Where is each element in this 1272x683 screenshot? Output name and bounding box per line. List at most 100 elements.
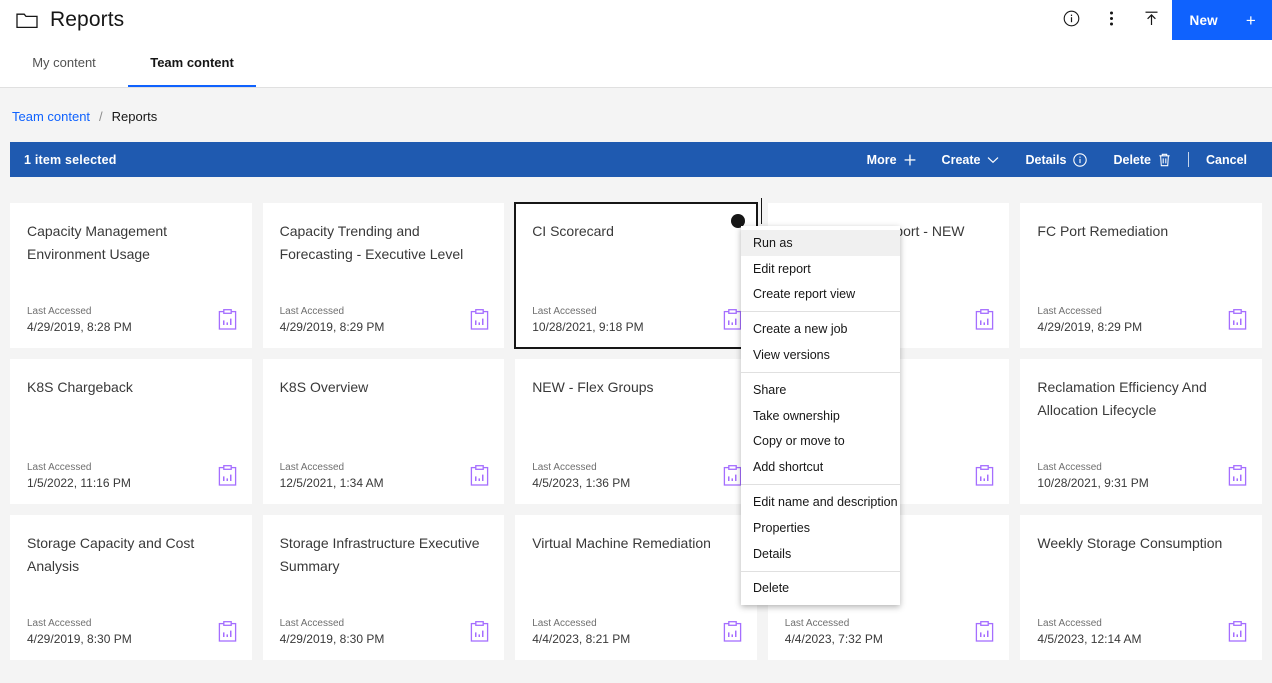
last-accessed-label: Last Accessed <box>532 618 597 629</box>
report-card-footer: Last Accessed 4/29/2019, 8:30 PM <box>27 617 237 647</box>
context-menu-item-create-a-new-job[interactable]: Create a new job <box>741 316 900 342</box>
report-card-grid: Capacity Management Environment Usage Las… <box>10 202 1262 660</box>
upload-icon <box>1142 9 1161 31</box>
context-menu-item-details[interactable]: Details <box>741 541 900 567</box>
report-card-title: K8S Overview <box>279 379 369 395</box>
report-card[interactable]: Storage Infrastructure Executive Summary… <box>262 515 505 660</box>
reports-page: Reports New + My content Team content Te… <box>0 0 1272 683</box>
report-card-footer: Last Accessed 4/4/2023, 8:21 PM <box>532 617 742 647</box>
details-button-label: Details <box>1025 152 1067 167</box>
context-menu-item-take-ownership[interactable]: Take ownership <box>741 403 900 429</box>
chevron-down-icon <box>987 156 999 164</box>
more-button-label: More <box>866 152 897 167</box>
report-card-title: NEW - Flex Groups <box>532 379 654 395</box>
report-card-footer: Last Accessed 1/5/2022, 11:16 PM <box>27 461 237 491</box>
report-card-footer: Last Accessed 10/28/2021, 9:31 PM <box>1037 461 1247 491</box>
report-icon <box>218 309 237 335</box>
last-accessed-label: Last Accessed <box>1037 306 1102 317</box>
context-menu-group: Delete <box>741 572 900 606</box>
report-card[interactable]: K8S Overview Last Accessed 12/5/2021, 1:34… <box>262 359 505 504</box>
report-card[interactable]: Weekly Storage Consumption Last Accessed 4… <box>1020 515 1262 660</box>
report-icon <box>723 309 742 335</box>
last-accessed-value: 1/5/2022, 11:16 PM <box>27 476 131 490</box>
report-card-meta: Last Accessed 12/5/2021, 1:34 AM <box>280 461 384 491</box>
context-menu-item-run-as[interactable]: Run as <box>741 230 900 256</box>
last-accessed-value: 4/4/2023, 8:21 PM <box>532 632 631 646</box>
breadcrumb-team-content[interactable]: Team content <box>12 109 90 124</box>
context-menu-item-delete[interactable]: Delete <box>741 576 900 602</box>
context-menu-item-properties[interactable]: Properties <box>741 515 900 541</box>
breadcrumb-separator: / <box>99 108 103 124</box>
report-card-footer: Last Accessed 4/5/2023, 12:14 AM <box>1037 617 1247 647</box>
last-accessed-label: Last Accessed <box>27 462 92 473</box>
last-accessed-label: Last Accessed <box>532 462 597 473</box>
report-card[interactable]: FC Port Remediation Last Accessed 4/29/201… <box>1020 203 1262 348</box>
folder-icon <box>16 11 38 29</box>
create-button[interactable]: Create <box>929 142 1013 177</box>
header-actions: New + <box>1052 0 1272 40</box>
report-card-meta: Last Accessed 4/5/2023, 12:14 AM <box>1037 617 1141 647</box>
report-card[interactable]: NEW - Flex Groups Last Accessed 4/5/2023, … <box>515 359 757 504</box>
report-icon <box>1228 621 1247 647</box>
overflow-menu-button[interactable] <box>1092 0 1132 40</box>
header-left: Reports <box>0 8 124 32</box>
report-card[interactable]: Virtual Machine Remediation Last Accessed… <box>515 515 757 660</box>
report-icon <box>218 465 237 491</box>
context-menu-item-view-versions[interactable]: View versions <box>741 342 900 368</box>
info-icon-button[interactable] <box>1052 0 1092 40</box>
last-accessed-label: Last Accessed <box>27 306 92 317</box>
tab-my-content-label: My content <box>32 55 96 70</box>
last-accessed-value: 10/28/2021, 9:18 PM <box>532 320 644 334</box>
upload-button[interactable] <box>1132 0 1172 40</box>
last-accessed-value: 4/5/2023, 12:14 AM <box>1037 632 1142 646</box>
breadcrumb: Team content / Reports <box>0 89 1272 143</box>
last-accessed-value: 4/29/2019, 8:30 PM <box>279 632 385 646</box>
last-accessed-value: 4/4/2023, 7:32 PM <box>784 632 883 646</box>
context-menu-item-add-shortcut[interactable]: Add shortcut <box>741 454 900 480</box>
report-card-footer: Last Accessed 12/5/2021, 1:34 AM <box>280 461 490 491</box>
report-card[interactable]: Storage Capacity and Cost Analysis Last A… <box>10 515 252 660</box>
last-accessed-label: Last Accessed <box>1037 618 1102 629</box>
delete-button-label: Delete <box>1113 152 1151 167</box>
last-accessed-value: 4/29/2019, 8:28 PM <box>27 320 132 334</box>
context-menu-item-create-report-view[interactable]: Create report view <box>741 282 900 308</box>
report-card-title: Capacity Management Environment Usage <box>27 223 168 262</box>
report-card-meta: Last Accessed 10/28/2021, 9:18 PM <box>532 305 643 335</box>
last-accessed-label: Last Accessed <box>279 462 345 473</box>
report-card[interactable]: Capacity Trending and Forecasting - Exec… <box>262 203 505 348</box>
context-menu-item-edit-name-and-description[interactable]: Edit name and description <box>741 489 900 515</box>
report-card[interactable]: CI Scorecard Last Accessed 10/28/2021, 9:1… <box>514 202 758 349</box>
new-button[interactable]: New + <box>1171 0 1272 40</box>
report-icon <box>1228 309 1247 335</box>
more-button[interactable]: More <box>854 142 929 177</box>
last-accessed-label: Last Accessed <box>27 618 92 629</box>
breadcrumb-reports: Reports <box>111 108 158 124</box>
report-card-meta: Last Accessed 4/29/2019, 8:29 PM <box>280 305 385 335</box>
report-card[interactable]: Capacity Management Environment Usage Las… <box>10 203 252 348</box>
create-button-label: Create <box>941 152 981 167</box>
cancel-button-label: Cancel <box>1206 152 1247 167</box>
content-tabs: My content Team content <box>0 40 1272 88</box>
report-card[interactable]: K8S Chargeback Last Accessed 1/5/2022, 11:… <box>10 359 252 504</box>
tab-team-content-label: Team content <box>150 55 234 70</box>
report-card-footer: Last Accessed 10/28/2021, 9:18 PM <box>532 305 742 335</box>
report-icon <box>218 621 237 647</box>
context-menu-item-share[interactable]: Share <box>741 377 900 403</box>
report-card-meta: Last Accessed 4/29/2019, 8:29 PM <box>1037 305 1142 335</box>
context-menu: Run as Edit report Create report view Creat… <box>741 226 900 606</box>
details-button[interactable]: Details <box>1012 142 1100 177</box>
report-card-meta: Last Accessed 4/5/2023, 1:36 PM <box>532 461 630 491</box>
report-icon <box>975 621 994 647</box>
report-card[interactable]: Reclamation Efficiency And Allocation Li… <box>1020 359 1262 504</box>
selection-count-label: 1 item selected <box>24 152 117 167</box>
tab-my-content[interactable]: My content <box>0 40 128 87</box>
tab-team-content[interactable]: Team content <box>128 40 256 87</box>
context-menu-item-edit-report[interactable]: Edit report <box>741 256 900 282</box>
cancel-button[interactable]: Cancel <box>1193 142 1260 177</box>
delete-button[interactable]: Delete <box>1100 142 1184 177</box>
last-accessed-value: 4/5/2023, 1:36 PM <box>532 476 631 490</box>
last-accessed-label: Last Accessed <box>279 618 345 629</box>
context-menu-group: Share Take ownership Copy or move to Add sh… <box>741 373 900 486</box>
report-card-title: K8S Chargeback <box>27 379 133 395</box>
context-menu-item-copy-or-move-to[interactable]: Copy or move to <box>741 429 900 455</box>
